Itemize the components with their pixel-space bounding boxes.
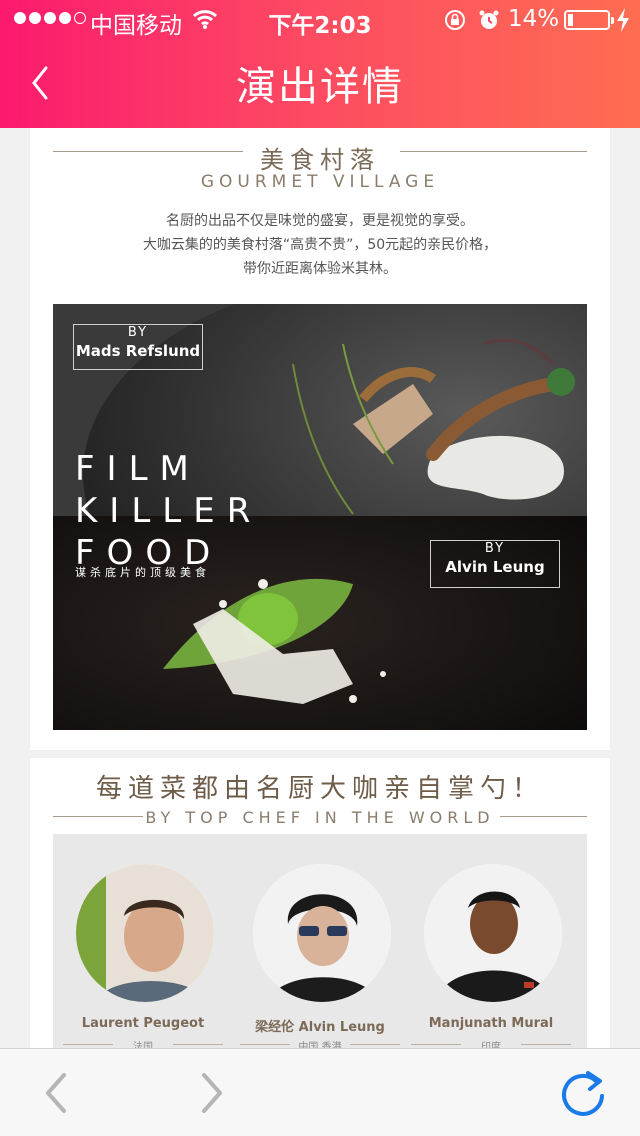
film-killer-food-banner[interactable]: BY Mads Refslund FILM KILLER FOOD 谋杀底片的顶… [53,304,587,730]
battery-icon [564,10,614,30]
status-bar: 中国移动 下午2:03 14% [0,0,640,40]
section-title: 美食村落 [260,146,380,174]
chef-country: 法国 [133,1042,153,1048]
chevron-right-icon [202,1073,222,1113]
reload-icon [562,1071,604,1116]
gourmet-village-card: 美食村落 GOURMET VILLAGE 名厨的出品不仅是味觉的盛宴，更是视觉的… [30,128,610,750]
chef-avatar [253,864,391,1002]
chef-list: Laurent Peugeot 法国 梁经伦 Alvin Leung 中国 香港… [53,834,587,1048]
chef-avatar [76,864,214,1002]
chef-name: 梁经伦 Alvin Leung [255,1020,385,1035]
browser-toolbar [0,1048,640,1136]
chef-name: Manjunath Mural [428,1016,554,1031]
top-chef-card: 每道菜都由名厨大咖亲自掌勺！ BY TOP CHEF IN THE WORLD … [30,758,610,1048]
chevron-left-icon [46,1073,66,1113]
browser-forward-button[interactable] [192,1069,232,1117]
chef-avatar [424,864,562,1002]
section-subtitle: BY TOP CHEF IN THE WORLD [145,808,495,827]
description-line: 大咖云集的的美食村落“高贵不贵”，50元起的亲民价格， [142,237,498,253]
rotation-lock-icon [444,9,466,37]
section-title: 每道菜都由名厨大咖亲自掌勺！ [95,774,544,804]
browser-back-button[interactable] [36,1069,76,1117]
battery-percent: 14% [508,6,560,32]
chef-name: Laurent Peugeot [81,1016,205,1031]
chef-credit-top: BY Mads Refslund [73,324,203,370]
film-killer-food-title: FILM KILLER FOOD [75,449,263,573]
film-killer-food-subtitle: 谋杀底片的顶级美食 [75,566,210,579]
alarm-icon [478,9,500,37]
section-subtitle: GOURMET VILLAGE [200,172,440,192]
chef-credit-bottom: BY Alvin Leung [430,540,560,588]
charging-icon [616,8,630,38]
content-scroll[interactable]: 美食村落 GOURMET VILLAGE 名厨的出品不仅是味觉的盛宴，更是视觉的… [30,128,610,1048]
app-header: 中国移动 下午2:03 14% 演出详情 [0,0,640,128]
chef-country: 中国 香港 [298,1042,342,1048]
reload-button[interactable] [556,1067,610,1121]
page-title: 演出详情 [236,64,404,110]
chef-country: 印度 [481,1042,501,1048]
description-line: 带你近距离体验米其林。 [243,261,397,277]
description-line: 名厨的出品不仅是味觉的盛宴，更是视觉的享受。 [166,213,474,229]
